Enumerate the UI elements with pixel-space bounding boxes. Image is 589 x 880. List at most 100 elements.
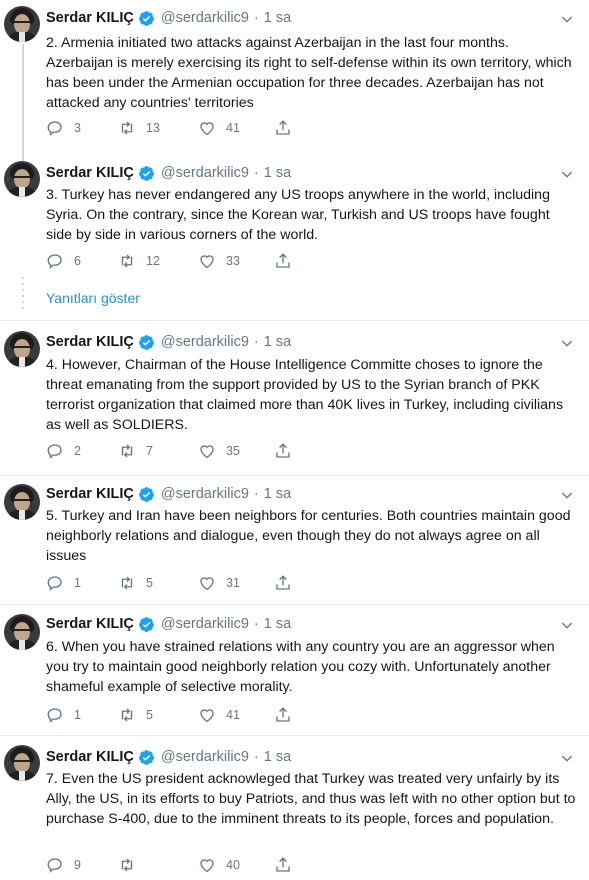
author-handle[interactable]: @serdarkilic9 xyxy=(161,10,249,26)
like-button[interactable]: 35 xyxy=(198,441,240,461)
like-button[interactable]: 40 xyxy=(198,855,240,875)
tweet[interactable]: Serdar KILIÇ @serdarkilic9 · 1 sa 3. Tur… xyxy=(0,155,589,313)
retweet-icon xyxy=(121,444,133,458)
share-icon xyxy=(276,707,290,722)
share-button[interactable] xyxy=(274,118,292,138)
author-handle[interactable]: @serdarkilic9 xyxy=(161,616,249,632)
retweet-icon xyxy=(121,708,133,722)
tweet-text: 3. Turkey has never endangered any US tr… xyxy=(46,187,550,243)
reply-button[interactable]: 6 xyxy=(46,251,81,271)
share-button[interactable] xyxy=(274,705,292,725)
tweet[interactable]: Serdar KILIÇ @serdarkilic9 · 1 sa 6. Whe… xyxy=(0,605,589,737)
avatar[interactable] xyxy=(4,331,40,367)
verified-badge-icon xyxy=(138,334,154,350)
avatar[interactable] xyxy=(4,614,40,650)
author-handle[interactable]: @serdarkilic9 xyxy=(161,165,249,181)
chevron-down-icon[interactable] xyxy=(559,750,575,766)
retweet-button[interactable]: 5 xyxy=(118,705,153,725)
verified-badge-icon xyxy=(138,616,154,632)
share-icon xyxy=(276,857,290,872)
separator-dot: · xyxy=(253,165,259,181)
tweet-text: 6. When you have strained relations with… xyxy=(46,639,555,695)
author-handle[interactable]: @serdarkilic9 xyxy=(161,334,249,350)
avatar[interactable] xyxy=(4,484,40,520)
avatar[interactable] xyxy=(4,6,40,42)
chevron-down-icon[interactable] xyxy=(559,11,575,27)
retweet-icon xyxy=(121,576,133,590)
share-button[interactable] xyxy=(274,251,292,271)
share-button[interactable] xyxy=(274,441,292,461)
separator-dot: · xyxy=(253,10,259,26)
author-name[interactable]: Serdar KILIÇ xyxy=(46,616,134,632)
retweet-button[interactable]: 7 xyxy=(118,441,153,461)
tweet-header: Serdar KILIÇ @serdarkilic9 · 1 sa xyxy=(46,484,291,504)
tweet-header: Serdar KILIÇ @serdarkilic9 · 1 sa xyxy=(46,614,291,634)
separator-dot: · xyxy=(253,616,259,632)
retweet-button[interactable]: 13 xyxy=(118,118,160,138)
author-name[interactable]: Serdar KILIÇ xyxy=(46,749,134,765)
like-button[interactable]: 41 xyxy=(198,705,240,725)
chevron-down-icon[interactable] xyxy=(559,617,575,633)
tweet-header: Serdar KILIÇ @serdarkilic9 · 1 sa xyxy=(46,747,291,767)
tweet-text: 5. Turkey and Iran have been neighbors f… xyxy=(46,508,571,564)
like-button[interactable]: 41 xyxy=(198,118,240,138)
tweet[interactable]: Serdar KILIÇ @serdarkilic9 · 1 sa 5. Tur… xyxy=(0,476,589,606)
heart-icon xyxy=(200,445,214,459)
reply-icon xyxy=(47,254,62,269)
retweet-count: 13 xyxy=(146,121,160,135)
tweet[interactable]: Serdar KILIÇ @serdarkilic9 · 1 sa 2. Arm… xyxy=(0,0,589,155)
verified-badge-icon xyxy=(138,749,154,765)
like-count: 33 xyxy=(226,254,240,268)
reply-button[interactable]: 2 xyxy=(46,441,81,461)
reply-count: 3 xyxy=(74,121,81,135)
show-replies-link[interactable]: Yanıtları göster xyxy=(46,290,140,306)
tweet-actions: 3 13 41 xyxy=(46,118,306,138)
separator-dot: · xyxy=(253,334,259,350)
tweet[interactable]: Serdar KILIÇ @serdarkilic9 · 1 sa 7. Eve… xyxy=(0,736,589,880)
tweet-text: 4. However, Chairman of the House Intell… xyxy=(46,357,564,433)
like-button[interactable]: 33 xyxy=(198,251,240,271)
tweet[interactable]: Serdar KILIÇ @serdarkilic9 · 1 sa 4. How… xyxy=(0,321,589,476)
author-name[interactable]: Serdar KILIÇ xyxy=(46,10,134,26)
timestamp[interactable]: 1 sa xyxy=(264,486,291,502)
reply-icon xyxy=(47,708,62,723)
retweet-count: 5 xyxy=(146,708,153,722)
avatar[interactable] xyxy=(4,745,40,781)
timestamp[interactable]: 1 sa xyxy=(264,10,291,26)
like-count: 35 xyxy=(226,444,240,458)
timestamp[interactable]: 1 sa xyxy=(264,616,291,632)
chevron-down-icon[interactable] xyxy=(559,166,575,182)
thread-line xyxy=(22,44,24,155)
avatar[interactable] xyxy=(4,161,40,197)
author-handle[interactable]: @serdarkilic9 xyxy=(161,749,249,765)
author-name[interactable]: Serdar KILIÇ xyxy=(46,334,134,350)
like-button[interactable]: 31 xyxy=(198,573,240,593)
reply-button[interactable]: 9 xyxy=(46,855,81,875)
chevron-down-icon[interactable] xyxy=(559,335,575,351)
retweet-count: 12 xyxy=(146,254,160,268)
like-count: 40 xyxy=(226,858,240,872)
timestamp[interactable]: 1 sa xyxy=(264,334,291,350)
reply-button[interactable]: 1 xyxy=(46,573,81,593)
author-name[interactable]: Serdar KILIÇ xyxy=(46,486,134,502)
retweet-button[interactable]: 12 xyxy=(118,251,160,271)
timestamp[interactable]: 1 sa xyxy=(264,165,291,181)
heart-icon xyxy=(200,859,214,873)
retweet-button[interactable]: 5 xyxy=(118,573,153,593)
chevron-down-icon[interactable] xyxy=(559,487,575,503)
reply-count: 1 xyxy=(74,576,81,590)
reply-icon xyxy=(47,121,62,136)
retweet-button[interactable] xyxy=(118,855,146,875)
author-name[interactable]: Serdar KILIÇ xyxy=(46,165,134,181)
timestamp[interactable]: 1 sa xyxy=(264,749,291,765)
share-button[interactable] xyxy=(274,573,292,593)
tweet-actions: 2 7 35 xyxy=(46,441,306,461)
reply-button[interactable]: 1 xyxy=(46,705,81,725)
share-icon xyxy=(276,120,290,135)
share-button[interactable] xyxy=(274,855,292,875)
author-handle[interactable]: @serdarkilic9 xyxy=(161,486,249,502)
thread-dotted-line xyxy=(22,277,24,313)
reply-count: 9 xyxy=(74,858,81,872)
reply-button[interactable]: 3 xyxy=(46,118,81,138)
tweet-text: 7. Even the US president acknowleged tha… xyxy=(46,771,576,827)
